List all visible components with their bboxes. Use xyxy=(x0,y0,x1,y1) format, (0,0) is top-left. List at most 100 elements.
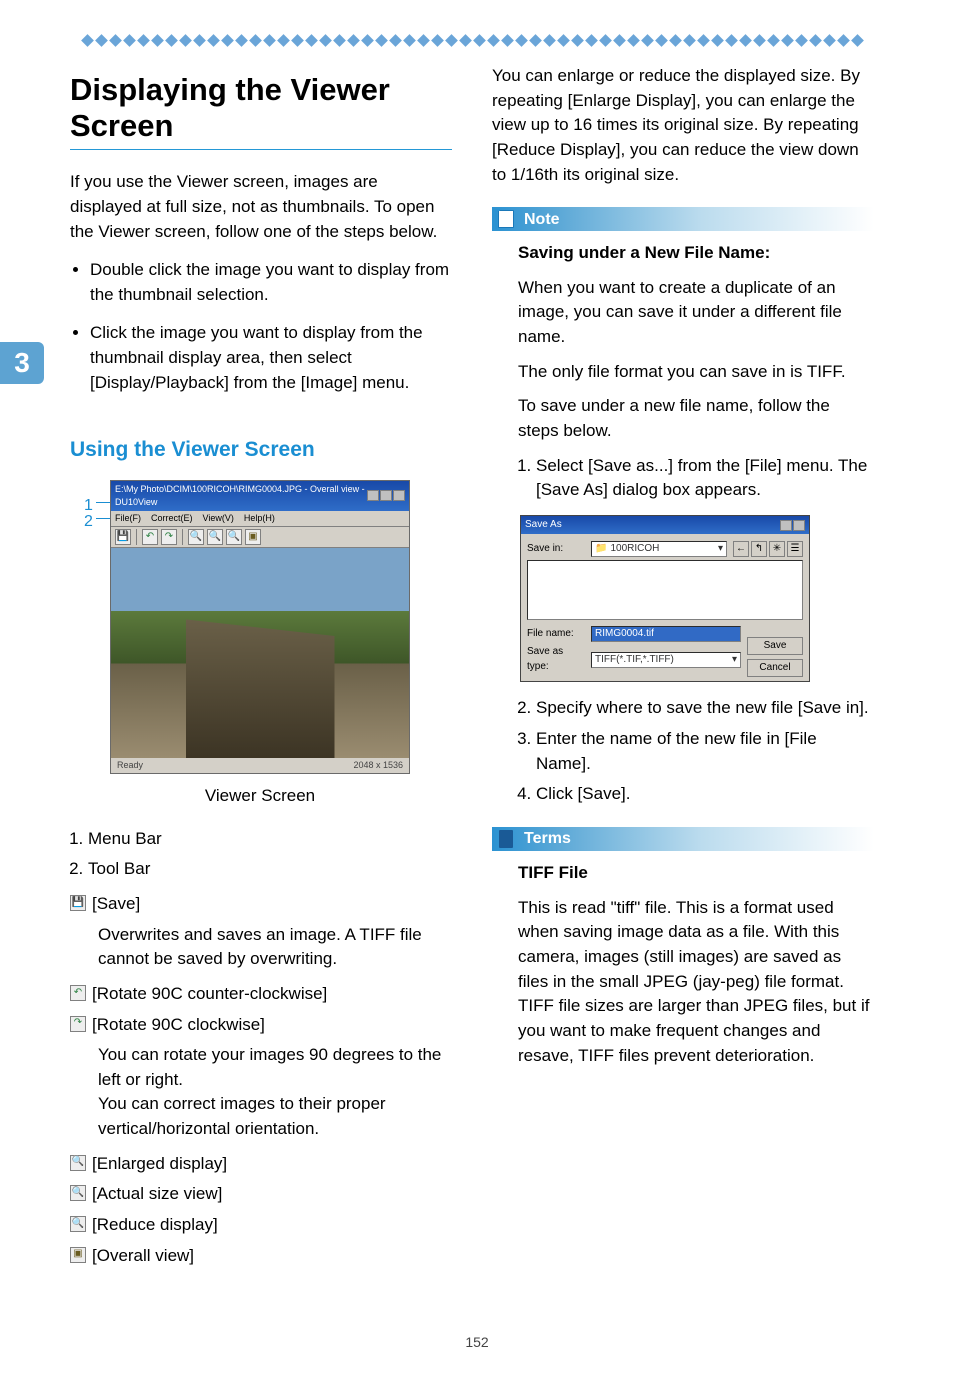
maximize-icon xyxy=(380,490,392,501)
note-steps-continued: Specify where to save the new file [Save… xyxy=(518,696,874,807)
terms-paragraph: This is read "tiff" file. This is a form… xyxy=(518,896,874,1068)
save-icon: 💾 xyxy=(70,895,86,911)
note-step: Select [Save as...] from the [File] menu… xyxy=(536,454,874,503)
menu-file: File(F) xyxy=(115,512,141,525)
menu-view: View(V) xyxy=(203,512,234,525)
rotate-ccw-icon: ↶ xyxy=(142,529,158,545)
chevron-down-icon: ▾ xyxy=(732,653,737,668)
legend-item: Menu Bar xyxy=(88,827,452,852)
window-title: E:\My Photo\DCIM\100RICOH\RIMG0004.JPG -… xyxy=(115,483,367,509)
save-icon: 💾 xyxy=(115,529,131,545)
zoom-out-icon: 🔍 xyxy=(226,529,242,545)
actual-size-icon: 🔍 xyxy=(207,529,223,545)
tool-label: [Reduce display] xyxy=(92,1213,218,1238)
save-in-value: 100RICOH xyxy=(610,542,718,557)
view-menu-icon: ☰ xyxy=(787,541,803,557)
figure-caption: Viewer Screen xyxy=(110,784,410,809)
bullet-item: Double click the image you want to displ… xyxy=(90,258,452,307)
bullet-item: Click the image you want to display from… xyxy=(90,321,452,395)
window-toolbar: 💾 ↶ ↷ 🔍 🔍 🔍 ▣ xyxy=(111,526,409,548)
note-step: Specify where to save the new file [Save… xyxy=(536,696,874,721)
chevron-down-icon: ▾ xyxy=(718,542,723,557)
status-left: Ready xyxy=(117,759,143,772)
note-paragraph: To save under a new file name, follow th… xyxy=(518,394,874,443)
tool-label: [Save] xyxy=(92,892,140,917)
tool-label: [Enlarged display] xyxy=(92,1152,227,1177)
overall-view-icon: ▣ xyxy=(70,1247,86,1263)
tool-description: Overwrites and saves an image. A TIFF fi… xyxy=(98,923,452,972)
dialog-titlebar: Save As xyxy=(521,516,809,535)
window-statusbar: Ready 2048 x 1536 xyxy=(111,758,409,773)
new-folder-icon: ✳ xyxy=(769,541,785,557)
zoom-in-icon: 🔍 xyxy=(70,1155,86,1171)
note-icon xyxy=(494,207,518,231)
viewer-image-area xyxy=(111,548,409,758)
note-step: Click [Save]. xyxy=(536,782,874,807)
back-icon: ← xyxy=(733,541,749,557)
intro-paragraph: If you use the Viewer screen, images are… xyxy=(70,170,452,244)
rotate-cw-icon: ↷ xyxy=(161,529,177,545)
terms-label: Terms xyxy=(524,827,571,850)
folder-icon: 📁 xyxy=(595,542,607,557)
window-menubar: File(F) Correct(E) View(V) Help(H) xyxy=(111,511,409,526)
zoom-description: You can enlarge or reduce the displayed … xyxy=(492,64,874,187)
menu-correct: Correct(E) xyxy=(151,512,193,525)
save-as-type-label: Save as type: xyxy=(527,645,585,674)
file-name-input: RIMG0004.tif xyxy=(591,626,741,642)
title-underline xyxy=(70,149,452,150)
cancel-button: Cancel xyxy=(747,659,803,677)
page-title: Displaying the Viewer Screen xyxy=(70,72,452,143)
toolbar-item-list: 💾 [Save] Overwrites and saves an image. … xyxy=(70,892,452,1268)
tool-label: [Rotate 90C clockwise] xyxy=(92,1013,265,1038)
subheading: Using the Viewer Screen xyxy=(70,435,452,465)
dialog-title: Save As xyxy=(525,518,562,533)
rotate-ccw-icon: ↶ xyxy=(70,985,86,1001)
save-as-dialog: Save As Save in: 📁 100RICOH ▾ xyxy=(520,515,810,683)
save-button: Save xyxy=(747,637,803,655)
decorative-divider xyxy=(0,32,954,48)
legend-item: Tool Bar xyxy=(88,857,452,882)
note-steps: Select [Save as...] from the [File] menu… xyxy=(518,454,874,503)
note-label: Note xyxy=(524,208,560,231)
tool-label: [Actual size view] xyxy=(92,1182,222,1207)
close-icon xyxy=(393,490,405,501)
zoom-out-icon: 🔍 xyxy=(70,1216,86,1232)
menu-help: Help(H) xyxy=(244,512,275,525)
status-right: 2048 x 1536 xyxy=(353,759,403,772)
zoom-in-icon: 🔍 xyxy=(188,529,204,545)
overall-view-icon: ▣ xyxy=(245,529,261,545)
viewer-figure: 1 2 E:\My Photo\DCIM\100RICOH\RIMG0004.J… xyxy=(110,480,452,774)
save-as-type-value: TIFF(*.TIF,*.TIFF) xyxy=(595,653,732,668)
figure-legend-list: Menu Bar Tool Bar xyxy=(70,827,452,882)
terms-body: TIFF File This is read "tiff" file. This… xyxy=(492,861,874,1068)
tool-label: [Overall view] xyxy=(92,1244,194,1269)
rotate-cw-icon: ↷ xyxy=(70,1016,86,1032)
note-body: Saving under a New File Name: When you w… xyxy=(492,241,874,807)
tool-description: You can rotate your images 90 degrees to… xyxy=(98,1043,452,1142)
up-folder-icon: ↰ xyxy=(751,541,767,557)
terms-title: TIFF File xyxy=(518,861,874,886)
figure-callout-2: 2 xyxy=(84,510,93,533)
save-in-label: Save in: xyxy=(527,542,585,557)
note-paragraph: When you want to create a duplicate of a… xyxy=(518,276,874,350)
window-titlebar: E:\My Photo\DCIM\100RICOH\RIMG0004.JPG -… xyxy=(111,481,409,511)
intro-bullets: Double click the image you want to displ… xyxy=(70,258,452,395)
file-list-area xyxy=(527,560,803,620)
help-icon xyxy=(780,520,792,531)
tool-label: [Rotate 90C counter-clockwise] xyxy=(92,982,327,1007)
file-name-label: File name: xyxy=(527,627,585,642)
chapter-tab: 3 xyxy=(0,342,44,384)
viewer-window: E:\My Photo\DCIM\100RICOH\RIMG0004.JPG -… xyxy=(110,480,410,774)
page-number: 152 xyxy=(0,1334,954,1370)
note-header: Note xyxy=(492,207,874,231)
minimize-icon xyxy=(367,490,379,501)
note-paragraph: The only file format you can save in is … xyxy=(518,360,874,385)
terms-icon xyxy=(494,827,518,851)
note-title: Saving under a New File Name: xyxy=(518,241,874,266)
actual-size-icon: 🔍 xyxy=(70,1185,86,1201)
close-icon xyxy=(793,520,805,531)
terms-header: Terms xyxy=(492,827,874,851)
note-step: Enter the name of the new file in [File … xyxy=(536,727,874,776)
save-as-type-dropdown: TIFF(*.TIF,*.TIFF) ▾ xyxy=(591,652,741,668)
save-in-dropdown: 📁 100RICOH ▾ xyxy=(591,541,727,557)
